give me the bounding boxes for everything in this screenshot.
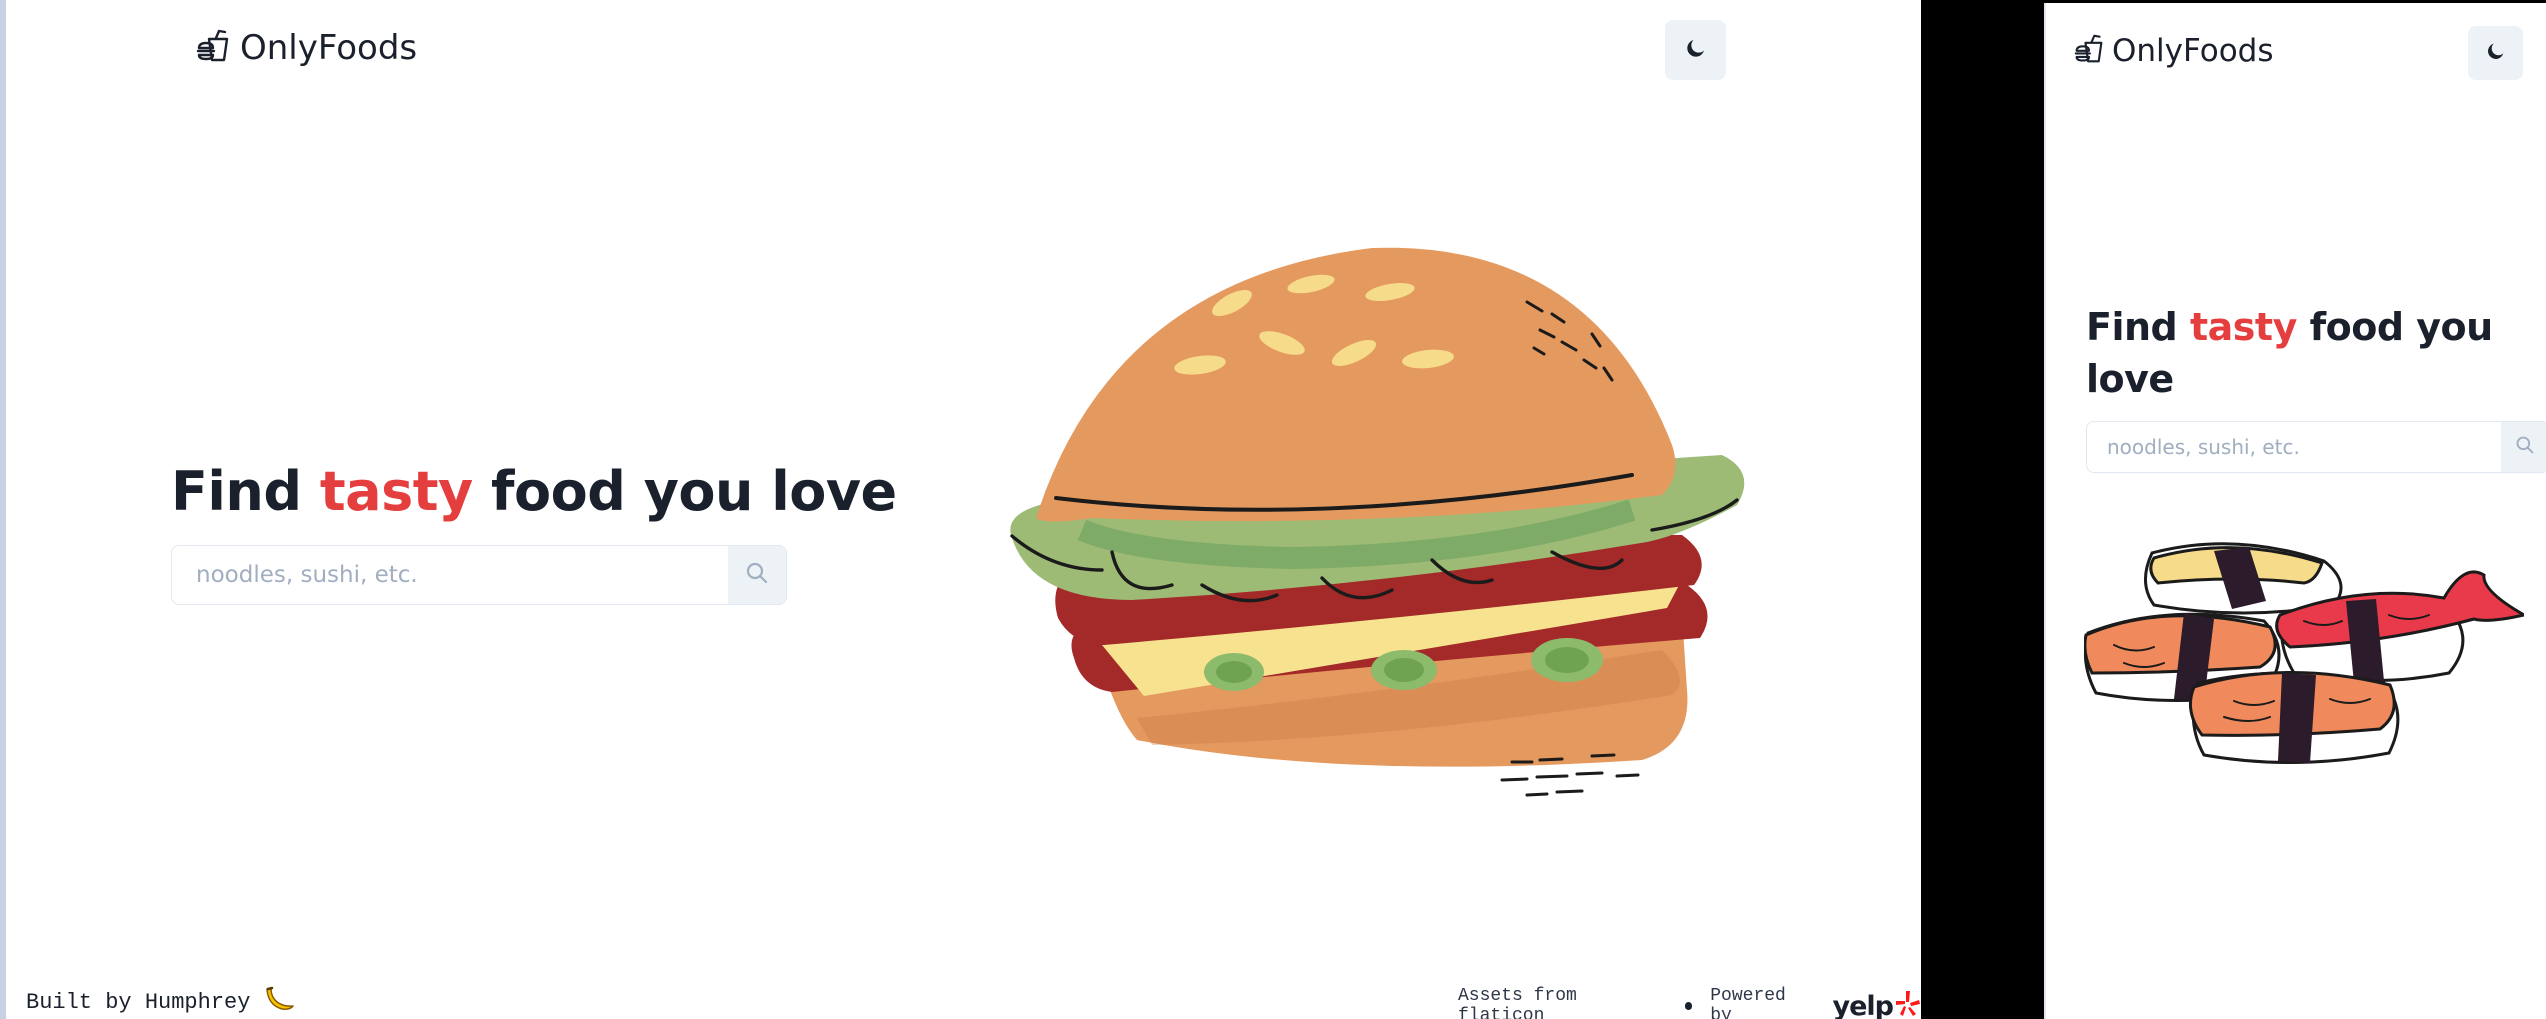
built-by: Built by Humphrey [26, 985, 295, 1019]
hero-title-end: food you love [491, 460, 897, 523]
hero-title: Find tasty food you love [171, 460, 897, 523]
moon-icon [2485, 40, 2507, 67]
theme-toggle-button[interactable] [1665, 20, 1726, 80]
burger-illustration [992, 240, 1772, 845]
banana-icon [264, 985, 295, 1019]
hero-title-accent: tasty [2189, 305, 2297, 349]
separator-dot [1684, 1002, 1693, 1010]
desktop-view: OnlyFoods Find tasty food you love noodl… [6, 0, 1921, 1019]
search-bar [171, 545, 787, 605]
search-icon [745, 561, 769, 590]
moon-icon [1684, 36, 1708, 65]
brand-logo[interactable]: OnlyFoods [196, 28, 417, 68]
search-input[interactable] [172, 546, 728, 604]
search-button[interactable] [2501, 422, 2546, 472]
powered-by-label: Powered by [1710, 986, 1786, 1019]
yelp-wordmark: yelp [1832, 990, 1894, 1019]
brand-name: OnlyFoods [2112, 33, 2274, 69]
theme-toggle-button[interactable] [2468, 26, 2523, 80]
brand-name: OnlyFoods [240, 28, 418, 68]
sushi-illustration [2083, 523, 2529, 788]
yelp-logo[interactable]: yelp [1833, 989, 1922, 1019]
assets-credit-link[interactable]: Assets from flaticon [1458, 986, 1667, 1019]
hero-title-accent: tasty [319, 460, 473, 523]
search-bar [2086, 421, 2546, 473]
search-button[interactable] [728, 546, 786, 604]
yelp-burst-icon [1895, 989, 1921, 1019]
hero-title-start: Find [2086, 305, 2178, 349]
brand-logo[interactable]: OnlyFoods [2074, 33, 2274, 69]
hero-title-start: Find [171, 460, 302, 523]
footer-credits: Assets from flaticon Powered by yelp [1458, 986, 1921, 1019]
search-input[interactable] [2087, 422, 2501, 472]
mobile-view: OnlyFoods Find tasty food you love [2044, 3, 2546, 1019]
food-icon [196, 29, 230, 68]
built-by-text: Built by Humphrey [26, 990, 251, 1015]
search-icon [2515, 435, 2535, 460]
food-icon [2074, 34, 2104, 69]
hero-title: Find tasty food you love [2086, 301, 2506, 405]
